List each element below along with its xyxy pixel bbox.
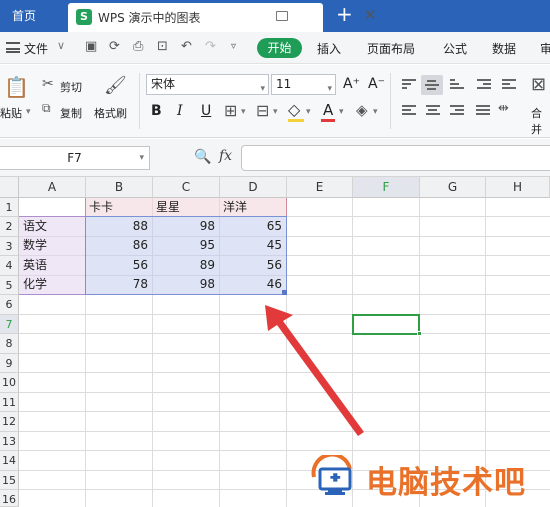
watermark-logo-icon (311, 455, 352, 495)
annotation-arrow-icon (265, 305, 364, 436)
watermark: 电脑技术吧 (308, 455, 548, 501)
arrow-shape (265, 305, 364, 436)
watermark-text: 电脑技术吧 (366, 465, 526, 501)
